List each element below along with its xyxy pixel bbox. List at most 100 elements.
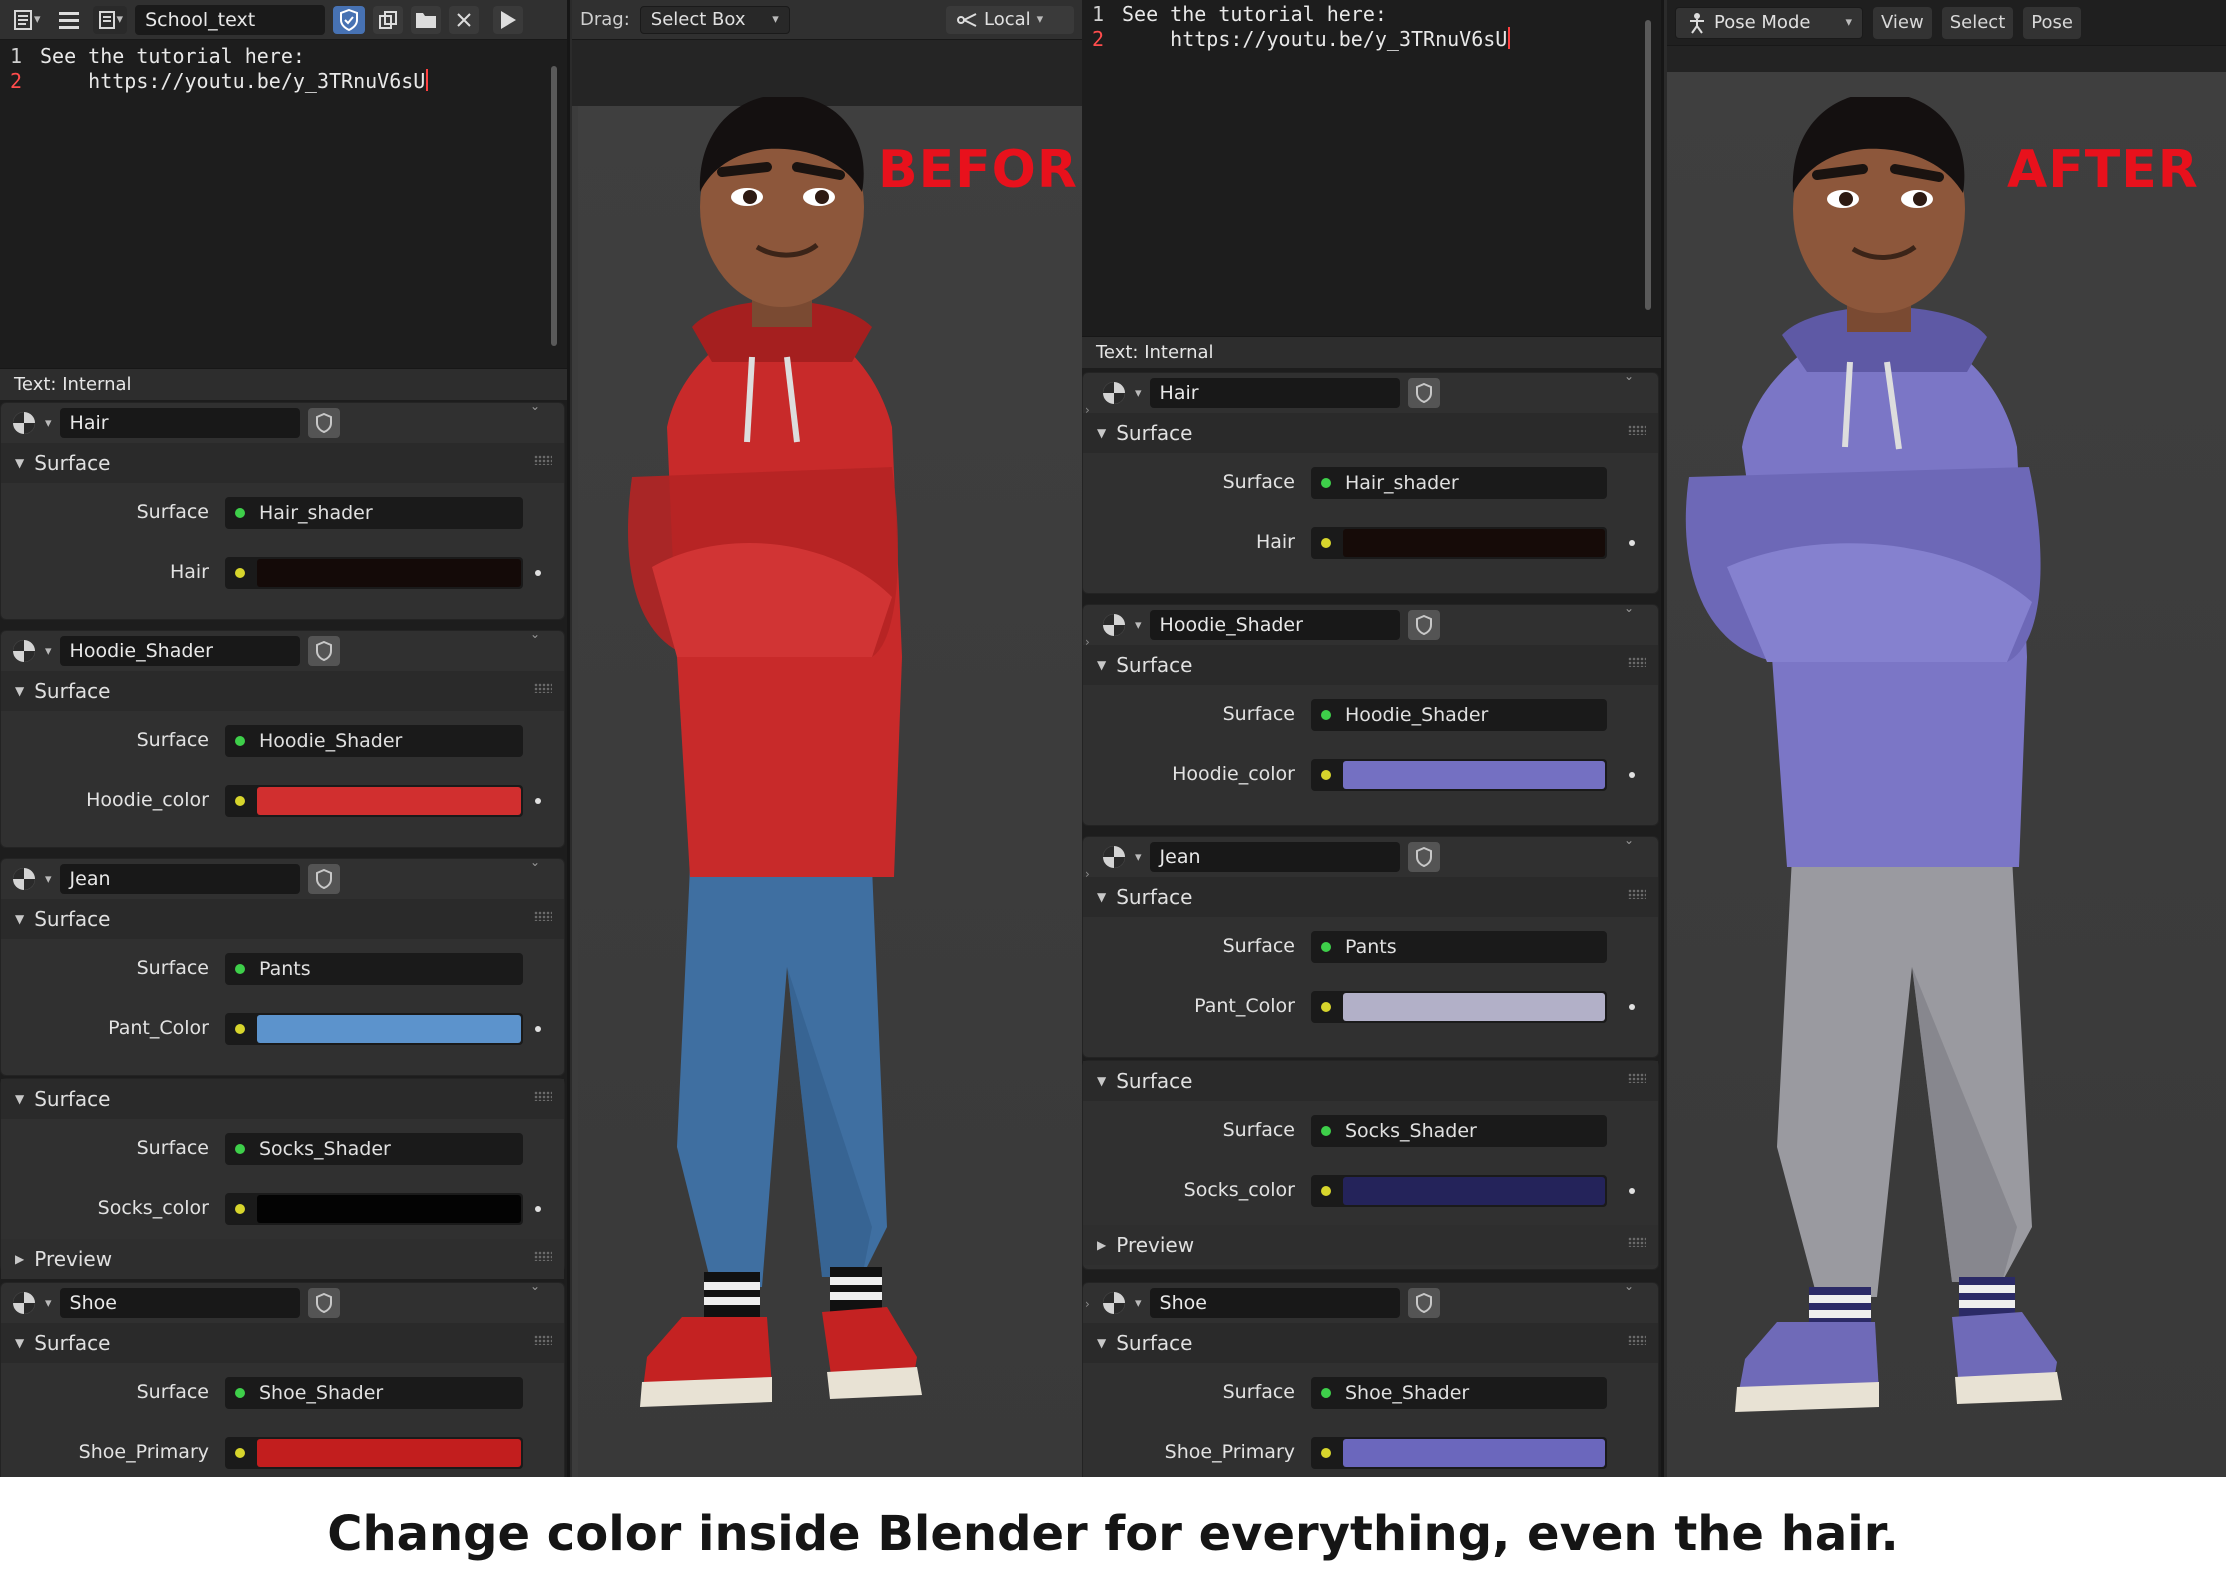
fake-user-button[interactable] — [307, 636, 340, 666]
material-name-field[interactable]: Hair — [59, 408, 300, 438]
surface-subpanel-header[interactable]: ▼ Surface — [1, 1323, 564, 1363]
keyframe-dot-icon[interactable] — [535, 1026, 541, 1032]
color-swatch[interactable] — [257, 559, 521, 587]
surface-subpanel-header[interactable]: ▼ Surface — [1083, 645, 1658, 685]
preview-subpanel-header[interactable]: ▶ Preview — [1083, 1225, 1658, 1265]
material-name-field[interactable]: Hoodie_Shader — [59, 636, 300, 666]
surface-shader-field[interactable]: Pants — [1311, 931, 1607, 963]
text-browse-dropdown[interactable]: ▾ — [92, 5, 128, 34]
drag-handle-icon[interactable] — [1628, 657, 1646, 667]
surface-subpanel-header[interactable]: ▼ Surface — [1083, 1061, 1658, 1101]
open-text-button[interactable] — [411, 5, 442, 34]
keyframe-dot-icon[interactable] — [535, 570, 541, 576]
text-body[interactable]: 1 See the tutorial here: 2 https://youtu.… — [0, 40, 567, 94]
color-swatch[interactable] — [257, 1195, 521, 1223]
color-field[interactable] — [225, 1013, 523, 1045]
unlink-text-button[interactable] — [449, 5, 480, 34]
color-field[interactable] — [225, 557, 523, 589]
surface-subpanel-header[interactable]: ▼ Surface — [1, 899, 564, 939]
color-swatch[interactable] — [1343, 1177, 1605, 1205]
surface-shader-field[interactable]: Socks_Shader — [225, 1133, 523, 1165]
surface-shader-field[interactable]: Pants — [225, 953, 523, 985]
drag-handle-icon[interactable] — [1628, 1335, 1646, 1345]
color-swatch[interactable] — [1343, 1439, 1605, 1467]
material-sphere-icon[interactable] — [11, 866, 37, 892]
select-mode-dropdown[interactable]: Select Box ▾ — [639, 5, 790, 34]
keyframe-dot-icon[interactable] — [1629, 1188, 1635, 1194]
drag-handle-icon[interactable] — [534, 455, 552, 465]
drag-handle-icon[interactable] — [1628, 1237, 1646, 1247]
pose-menu[interactable]: Pose — [2023, 6, 2081, 39]
run-script-button[interactable] — [493, 5, 524, 34]
surface-subpanel-header[interactable]: ▼ Surface — [1083, 413, 1658, 453]
material-name-field[interactable]: Jean — [1149, 842, 1400, 872]
preview-subpanel-header[interactable]: ▶ Preview — [1, 1239, 564, 1279]
keyframe-dot-icon[interactable] — [1629, 540, 1635, 546]
surface-shader-field[interactable]: Hoodie_Shader — [225, 725, 523, 757]
surface-subpanel-header[interactable]: ▼ Surface — [1083, 1323, 1658, 1363]
color-swatch[interactable] — [257, 1439, 521, 1467]
material-sphere-icon[interactable] — [1101, 612, 1127, 638]
material-name-field[interactable]: Hair — [1149, 378, 1400, 408]
drag-handle-icon[interactable] — [534, 1335, 552, 1345]
hamburger-menu-button[interactable] — [53, 6, 85, 34]
duplicate-text-button[interactable] — [373, 5, 404, 34]
surface-shader-field[interactable]: Shoe_Shader — [225, 1377, 523, 1409]
fake-user-button[interactable] — [1407, 610, 1440, 640]
color-field[interactable] — [225, 1193, 523, 1225]
text-filename-field[interactable]: School_text — [135, 4, 326, 35]
material-sphere-icon[interactable] — [11, 638, 37, 664]
material-name-field[interactable]: Hoodie_Shader — [1149, 610, 1400, 640]
surface-subpanel-header[interactable]: ▼ Surface — [1, 1079, 564, 1119]
3d-viewport[interactable]: Drag: Select Box▾ Local▾ BEFORE — [572, 0, 1082, 1477]
3d-viewport[interactable]: Pose Mode ▾ View Select Pose AFTER — [1667, 0, 2226, 1477]
surface-shader-field[interactable]: Shoe_Shader — [1311, 1377, 1607, 1409]
material-sphere-icon[interactable] — [1101, 1290, 1127, 1316]
material-name-field[interactable]: Jean — [59, 864, 300, 894]
color-swatch[interactable] — [257, 1015, 521, 1043]
color-swatch[interactable] — [1343, 993, 1605, 1021]
keyframe-dot-icon[interactable] — [1629, 1004, 1635, 1010]
fake-user-button[interactable] — [1407, 842, 1440, 872]
drag-handle-icon[interactable] — [534, 911, 552, 921]
drag-handle-icon[interactable] — [534, 683, 552, 693]
fake-user-button[interactable] — [1407, 1288, 1440, 1318]
surface-subpanel-header[interactable]: ▼ Surface — [1, 671, 564, 711]
color-field[interactable] — [1311, 991, 1607, 1023]
material-sphere-icon[interactable] — [11, 410, 37, 436]
color-swatch[interactable] — [1343, 529, 1605, 557]
view-menu[interactable]: View — [1873, 6, 1932, 39]
mode-dropdown[interactable]: Pose Mode ▾ — [1675, 6, 1863, 39]
fake-user-button[interactable] — [307, 1288, 340, 1318]
surface-subpanel-header[interactable]: ▼ Surface — [1, 443, 564, 483]
text-scrollbar[interactable] — [1645, 20, 1651, 310]
material-name-field[interactable]: Shoe — [1149, 1288, 1400, 1318]
text-body[interactable]: 1 See the tutorial here: 2 https://youtu.… — [1082, 0, 1661, 52]
color-field[interactable] — [225, 785, 523, 817]
drag-handle-icon[interactable] — [534, 1091, 552, 1101]
material-sphere-icon[interactable] — [1101, 844, 1127, 870]
drag-handle-icon[interactable] — [1628, 1073, 1646, 1083]
fake-user-button[interactable] — [1407, 378, 1440, 408]
fake-user-button[interactable] — [307, 408, 340, 438]
fake-user-toggle[interactable] — [333, 5, 366, 34]
color-field[interactable] — [1311, 759, 1607, 791]
material-name-field[interactable]: Shoe — [59, 1288, 300, 1318]
color-field[interactable] — [1311, 1175, 1607, 1207]
drag-handle-icon[interactable] — [1628, 889, 1646, 899]
surface-subpanel-header[interactable]: ▼ Surface — [1083, 877, 1658, 917]
color-field[interactable] — [1311, 527, 1607, 559]
surface-shader-field[interactable]: Hoodie_Shader — [1311, 699, 1607, 731]
drag-handle-icon[interactable] — [534, 1251, 552, 1261]
material-sphere-icon[interactable] — [1101, 380, 1127, 406]
material-sphere-icon[interactable] — [11, 1290, 37, 1316]
color-field[interactable] — [225, 1437, 523, 1469]
surface-shader-field[interactable]: Hair_shader — [1311, 467, 1607, 499]
color-field[interactable] — [1311, 1437, 1607, 1469]
text-scrollbar[interactable] — [551, 66, 557, 346]
keyframe-dot-icon[interactable] — [535, 1206, 541, 1212]
surface-shader-field[interactable]: Hair_shader — [225, 497, 523, 529]
color-swatch[interactable] — [257, 787, 521, 815]
select-menu[interactable]: Select — [1941, 6, 2014, 39]
keyframe-dot-icon[interactable] — [535, 798, 541, 804]
